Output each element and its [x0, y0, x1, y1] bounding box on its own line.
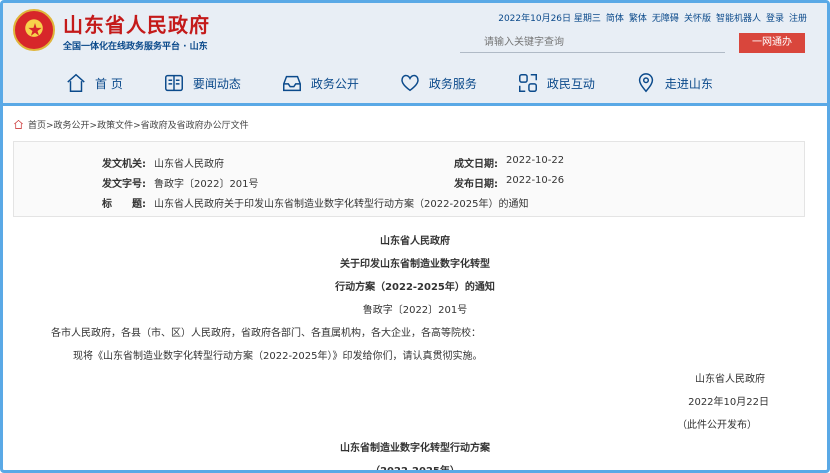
link-robot[interactable]: 智能机器人	[716, 11, 761, 24]
nav-gov-service[interactable]: 政务服务	[399, 65, 477, 101]
national-emblem-icon	[13, 9, 55, 51]
doc-signature: 山东省人民政府	[695, 374, 765, 385]
home-icon	[67, 73, 85, 92]
top-links: 2022年10月26日 星期三 简体 繁体 无障碍 关怀版 智能机器人 登录 注…	[498, 11, 807, 24]
nav-shandong-label: 走进山东	[664, 76, 713, 91]
breadcrumb[interactable]: 首页>政务公开>政策文件>省政府及省政府办公厅文件	[13, 118, 249, 131]
breadcrumb-text[interactable]: 首页>政务公开>政策文件>省政府及省政府办公厅文件	[28, 118, 249, 131]
nav-home-label: 首 页	[95, 76, 123, 91]
link-register[interactable]: 注册	[789, 11, 807, 24]
nav-shandong[interactable]: 走进山东	[635, 65, 713, 101]
home-icon	[14, 119, 23, 129]
doc-sign-date: 2022年10月22日	[688, 397, 769, 408]
nav-news[interactable]: 要闻动态	[163, 65, 241, 101]
nav-home[interactable]: 首 页	[65, 65, 123, 101]
interact-icon	[518, 74, 537, 92]
meta-date: 成文日期: 2022-10-22	[454, 155, 565, 170]
site-subtitle: 全国一体化在线政务服务平台 · 山东	[63, 42, 208, 52]
meta-issuer: 发文机关: 山东省人民政府	[102, 159, 224, 170]
doc-number: 鲁政字〔2022〕201号	[362, 305, 468, 316]
nav-interaction[interactable]: 政民互动	[517, 65, 595, 101]
link-accessibility[interactable]: 无障碍	[652, 11, 679, 24]
link-simplified[interactable]: 简体	[606, 11, 624, 24]
doc-title-line2: 行动方案（2022-2025年）的通知	[335, 282, 495, 293]
link-login[interactable]: 登录	[766, 11, 784, 24]
plan-years: （2022-2025年）	[370, 466, 460, 473]
link-care-mode[interactable]: 关怀版	[684, 11, 711, 24]
search-button[interactable]: 一网通办	[739, 33, 805, 53]
nav-interaction-label: 政民互动	[546, 76, 595, 91]
inbox-icon	[282, 75, 301, 92]
search-input[interactable]	[460, 33, 725, 53]
meta-title: 标 题: 山东省人民政府关于印发山东省制造业数字化转型行动方案（2022-202…	[102, 199, 529, 210]
heart-icon	[401, 74, 419, 92]
top-date: 2022年10月26日 星期三	[498, 14, 601, 24]
site-header: 山东省人民政府 全国一体化在线政务服务平台 · 山东 2022年10月26日 星…	[3, 3, 827, 103]
meta-docno: 发文字号: 鲁政字〔2022〕201号	[102, 179, 259, 190]
news-icon	[164, 74, 183, 92]
meta-pubdate: 发布日期: 2022-10-26	[454, 175, 565, 190]
location-icon	[638, 73, 654, 93]
main-nav: 首 页 要闻动态 政务公开 政务服务 政民互动 走进山东	[3, 65, 827, 101]
nav-gov-service-label: 政务服务	[428, 76, 477, 91]
document-meta: 发文机关: 山东省人民政府 成文日期: 2022-10-22 发文字号: 鲁政字…	[13, 141, 805, 217]
page-frame: 山东省人民政府 全国一体化在线政务服务平台 · 山东 2022年10月26日 星…	[0, 0, 830, 473]
doc-body-text: 现将《山东省制造业数字化转型行动方案（2022-2025年）》印发给你们，请认真…	[73, 351, 483, 362]
doc-sign-note: （此件公开发布）	[677, 420, 757, 431]
doc-title-line1: 关于印发山东省制造业数字化转型	[340, 259, 490, 270]
header-divider	[3, 103, 827, 106]
plan-title: 山东省制造业数字化转型行动方案	[340, 443, 490, 454]
site-title[interactable]: 山东省人民政府	[63, 9, 210, 38]
nav-news-label: 要闻动态	[192, 76, 241, 91]
nav-gov-open-label: 政务公开	[310, 76, 359, 91]
doc-issuer: 山东省人民政府	[380, 236, 450, 247]
nav-gov-open[interactable]: 政务公开	[281, 65, 359, 101]
link-traditional[interactable]: 繁体	[629, 11, 647, 24]
doc-recipients: 各市人民政府，各县（市、区）人民政府，省政府各部门、各直属机构，各大企业，各高等…	[51, 328, 481, 339]
